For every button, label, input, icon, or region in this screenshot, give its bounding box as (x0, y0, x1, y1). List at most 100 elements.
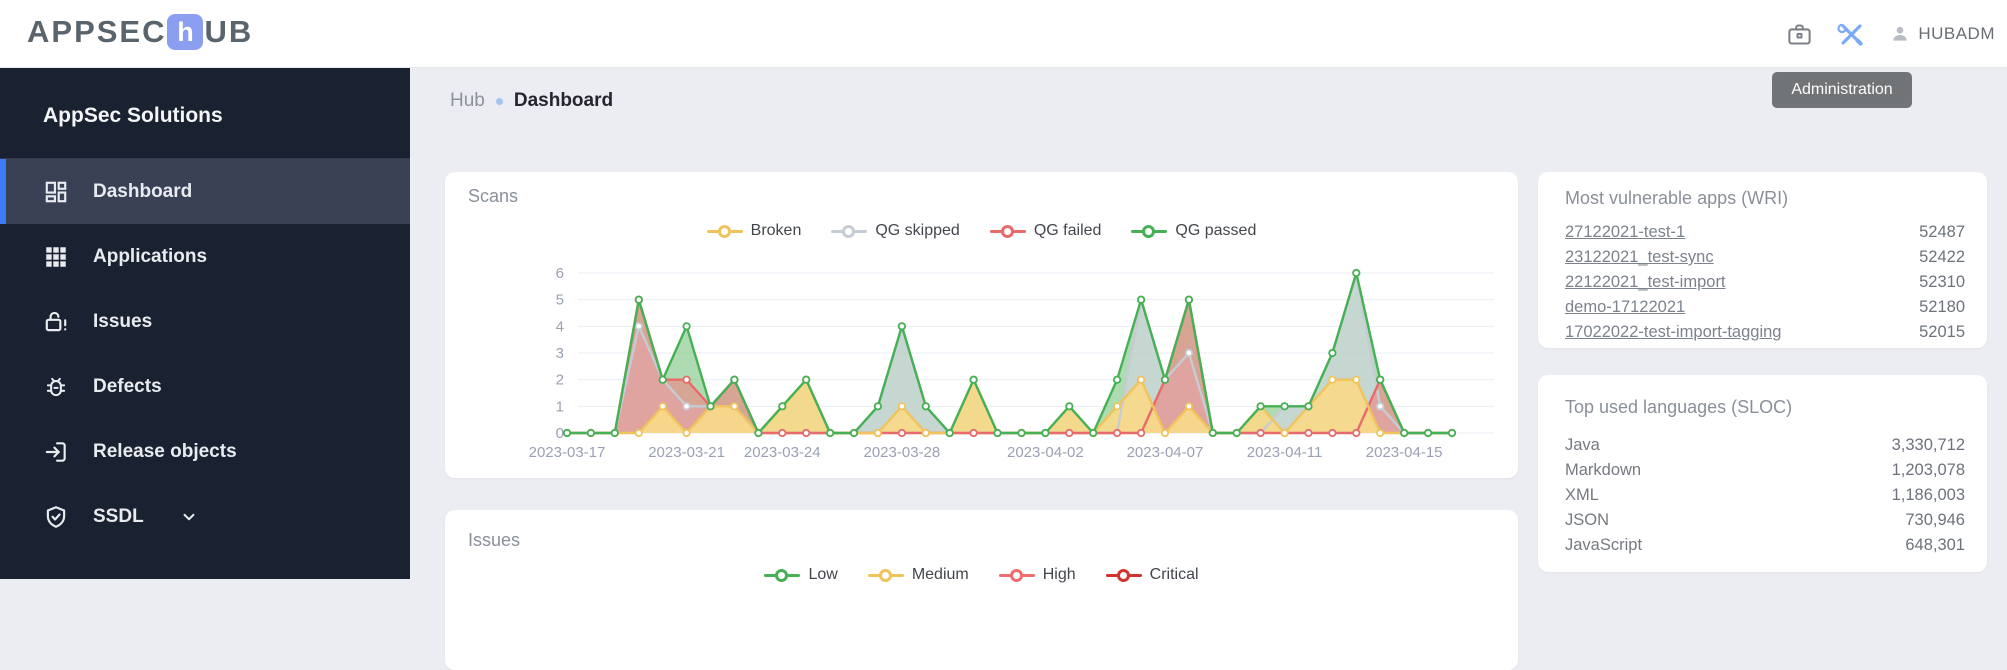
legend-marker (764, 568, 801, 582)
shield-check-icon (46, 505, 66, 528)
vulnerable-apps-title: Most vulnerable apps (WRI) (1565, 188, 1789, 208)
legend-marker (1131, 224, 1168, 238)
most-vulnerable-apps-card: Most vulnerable apps (WRI) 27122021-test… (1538, 172, 1987, 348)
svg-text:3: 3 (556, 345, 564, 362)
sloc-value: 3,330,712 (1891, 436, 1965, 454)
app-link[interactable]: 22122021_test-import (1565, 273, 1726, 292)
app-logo[interactable]: APPSEC h UB (27, 14, 253, 50)
svg-text:2023-04-11: 2023-04-11 (1247, 444, 1323, 461)
logo-text-suffix: UB (204, 14, 254, 49)
bug-icon (46, 377, 66, 396)
wri-value: 52015 (1919, 323, 1965, 341)
legend-item-qg-failed[interactable]: QG failed (989, 222, 1102, 240)
sloc-value: 1,203,078 (1891, 461, 1965, 479)
list-item: 17022022-test-import-tagging 52015 (1565, 320, 1965, 345)
languages-list: Java 3,330,712 Markdown 1,203,078 XML 1,… (1565, 433, 1965, 558)
breadcrumb: Hub Dashboard (450, 90, 613, 112)
logo-accent-letter: h (177, 16, 194, 47)
vulnerable-apps-list: 27122021-test-1 52487 23122021_test-sync… (1565, 220, 1965, 345)
sidebar-item-ssdl[interactable]: SSDL (0, 484, 410, 549)
list-item: XML 1,186,003 (1565, 483, 1965, 508)
scans-legend: Broken QG skipped QG failed QG passed (445, 222, 1518, 240)
unlock-alert-icon (45, 311, 67, 331)
legend-label: Low (808, 566, 838, 583)
legend-marker (998, 568, 1035, 582)
issues-card-title: Issues (468, 530, 521, 550)
scans-chart-area[interactable]: 0 1 2 3 4 5 6 2023-03-17 2023-03-21 2023-03-24 202… (520, 250, 1500, 465)
list-item: JSON 730,946 (1565, 508, 1965, 533)
svg-text:2023-03-24: 2023-03-24 (744, 444, 821, 461)
svg-text:1: 1 (556, 398, 564, 415)
sidebar-item-label: Issues (93, 310, 153, 332)
sidebar-item-label: Release objects (93, 440, 237, 462)
chevron-down-icon[interactable] (180, 508, 198, 526)
user-menu[interactable]: HUBADM (1890, 24, 1995, 44)
sidebar-item-label: Defects (93, 375, 162, 397)
legend-item-broken[interactable]: Broken (706, 222, 802, 240)
language-name: Java (1565, 436, 1600, 454)
svg-text:2023-04-15: 2023-04-15 (1366, 444, 1443, 461)
svg-text:2: 2 (556, 372, 564, 389)
issues-legend: Low Medium High Critical (445, 566, 1518, 584)
breadcrumb-current: Dashboard (513, 90, 614, 111)
scans-card: Scans Broken QG skipped QG failed QG pas… (445, 172, 1518, 478)
wri-value: 52310 (1919, 273, 1965, 291)
sidebar-nav: Dashboard Applications Issues Defects Re… (0, 158, 410, 549)
svg-text:0: 0 (556, 425, 564, 442)
briefcase-icon[interactable] (1786, 21, 1813, 48)
svg-text:2023-04-07: 2023-04-07 (1127, 444, 1204, 461)
svg-text:6: 6 (556, 265, 564, 282)
language-name: XML (1565, 486, 1599, 504)
user-icon (1893, 26, 1907, 41)
sidebar-item-defects[interactable]: Defects (0, 354, 410, 419)
legend-item-qg-skipped[interactable]: QG skipped (831, 222, 960, 240)
issues-card: Issues Low Medium High Critical (445, 510, 1518, 670)
list-item: Markdown 1,203,078 (1565, 458, 1965, 483)
tools-icon[interactable] (1837, 20, 1866, 49)
language-name: Markdown (1565, 461, 1642, 479)
legend-item-qg-passed[interactable]: QG passed (1131, 222, 1256, 240)
legend-label: Broken (750, 222, 802, 239)
app-link[interactable]: demo-17122021 (1565, 298, 1685, 317)
app-link[interactable]: 27122021-test-1 (1565, 223, 1685, 242)
scans-card-title: Scans (468, 186, 519, 206)
sidebar-item-label: SSDL (93, 505, 144, 527)
legend-label: Medium (911, 566, 969, 583)
sloc-value: 730,946 (1905, 511, 1965, 529)
legend-label: High (1042, 566, 1076, 583)
legend-item-low[interactable]: Low (764, 566, 838, 584)
list-item: 23122021_test-sync 52422 (1565, 245, 1965, 270)
list-item: 22122021_test-import 52310 (1565, 270, 1965, 295)
sidebar: AppSec Solutions Dashboard Applications (0, 68, 410, 579)
list-item: JavaScript 648,301 (1565, 533, 1965, 558)
legend-label: QG passed (1175, 222, 1257, 239)
sloc-value: 648,301 (1905, 536, 1965, 554)
app-link[interactable]: 23122021_test-sync (1565, 248, 1714, 267)
svg-text:2023-03-28: 2023-03-28 (863, 444, 940, 461)
top-languages-card: Top used languages (SLOC) Java 3,330,712… (1538, 375, 1987, 572)
sidebar-item-issues[interactable]: Issues (0, 289, 410, 354)
legend-marker (831, 224, 868, 238)
sidebar-item-applications[interactable]: Applications (0, 224, 410, 289)
legend-item-high[interactable]: High (998, 566, 1076, 584)
breadcrumb-hub-link[interactable]: Hub (450, 90, 485, 112)
legend-item-critical[interactable]: Critical (1105, 566, 1199, 584)
svg-text:4: 4 (556, 318, 564, 335)
sidebar-item-dashboard[interactable]: Dashboard (0, 159, 410, 224)
legend-marker (989, 224, 1026, 238)
wri-value: 52180 (1919, 298, 1965, 316)
main-content: Hub Dashboard Administration Scans Broke… (410, 68, 2007, 670)
language-name: JavaScript (1565, 536, 1643, 554)
list-item: demo-17122021 52180 (1565, 295, 1965, 320)
sidebar-title: AppSec Solutions (43, 104, 223, 127)
list-item: Java 3,330,712 (1565, 433, 1965, 458)
legend-label: QG failed (1033, 222, 1102, 239)
breadcrumb-separator-dot (495, 97, 503, 105)
legend-marker (1105, 568, 1142, 582)
legend-item-medium[interactable]: Medium (867, 566, 969, 584)
sloc-value: 1,186,003 (1891, 486, 1965, 504)
svg-text:2023-03-21: 2023-03-21 (648, 444, 725, 461)
app-link[interactable]: 17022022-test-import-tagging (1565, 323, 1781, 342)
applications-icon (46, 246, 66, 267)
sidebar-item-release-objects[interactable]: Release objects (0, 419, 410, 484)
